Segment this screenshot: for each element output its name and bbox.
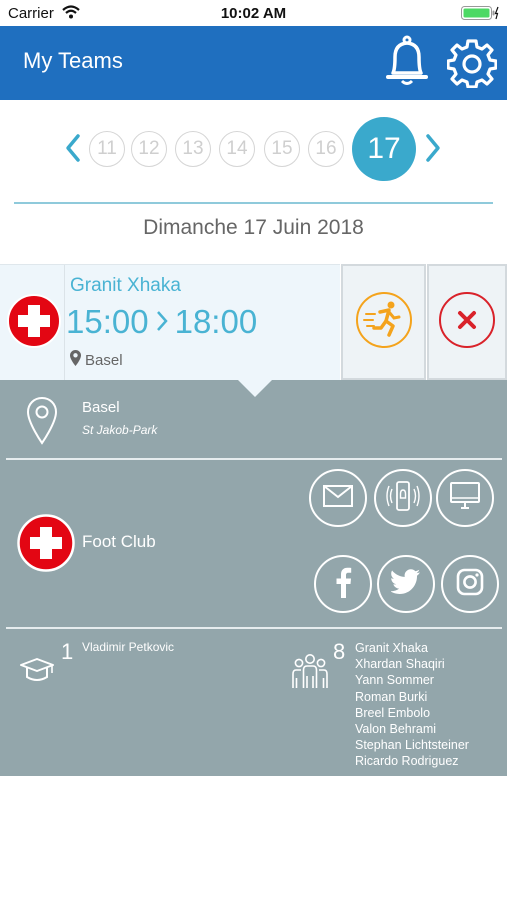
phone-button[interactable] (374, 469, 432, 527)
section-divider (6, 458, 502, 460)
page-title: My Teams (23, 48, 123, 73)
club-name: Foot Club (82, 532, 156, 551)
player-list: Granit Xhaka Xhardan Shaqiri Yann Sommer… (355, 640, 469, 770)
status-bar: Carrier 10:02 AM (0, 0, 507, 26)
graduation-cap-icon (19, 658, 55, 687)
facebook-icon (334, 566, 352, 603)
running-icon (354, 290, 414, 355)
list-item: Roman Burki (355, 689, 428, 704)
event-start-time: 15:00 (66, 303, 149, 340)
chevron-left-icon[interactable] (64, 133, 82, 168)
monitor-icon (450, 481, 480, 515)
status-time: 10:02 AM (220, 5, 287, 22)
panel-notch (238, 380, 272, 397)
phone-vibrate-icon (386, 479, 420, 518)
day-16[interactable]: 16 (308, 131, 344, 167)
day-11[interactable]: 11 (89, 131, 125, 167)
team-icon (290, 652, 330, 697)
event-player-name: Granit Xhaka (70, 275, 181, 296)
coach-name: Vladimir Petkovic (82, 640, 175, 654)
list-item: Yann Sommer (355, 673, 434, 688)
battery-icon (461, 5, 499, 21)
event-end-time: 18:00 (174, 303, 258, 340)
list-item: Valon Behrami (355, 722, 437, 737)
day-14[interactable]: 14 (219, 131, 255, 167)
event-location-label: Basel (85, 351, 123, 369)
decline-button[interactable] (427, 264, 507, 380)
event-location: Basel (70, 350, 123, 370)
event-time-range: 15:00 18:00 (66, 303, 257, 341)
chevron-right-icon[interactable] (424, 133, 442, 168)
day-17-selected[interactable]: 17 (352, 117, 416, 181)
date-label: Dimanche 17 Juin 2018 (143, 216, 364, 239)
swiss-flag-icon (17, 511, 75, 580)
chevron-right-icon (155, 303, 169, 341)
list-item: Xhardan Shaqiri (355, 657, 445, 672)
attend-button[interactable] (341, 264, 426, 380)
venue-city: Basel (82, 399, 120, 416)
mail-icon (323, 484, 353, 512)
day-12[interactable]: 12 (131, 131, 167, 167)
instagram-icon (456, 568, 484, 601)
close-icon (437, 290, 497, 355)
section-divider (6, 627, 502, 629)
list-item: Breel Embolo (355, 705, 431, 720)
map-pin-icon (26, 396, 58, 451)
list-item: Stephan Lichtsteiner (355, 738, 469, 753)
event-card[interactable]: Granit Xhaka 15:00 18:00 Basel (0, 264, 340, 381)
instagram-button[interactable] (441, 555, 499, 613)
nav-bar: My Teams (0, 26, 507, 100)
web-button[interactable] (436, 469, 494, 527)
venue-stadium: St Jakob-Park (82, 423, 158, 437)
email-button[interactable] (309, 469, 367, 527)
gear-icon[interactable] (446, 38, 498, 93)
coach-count: 1 (61, 639, 74, 664)
map-pin-icon (70, 350, 81, 370)
list-item: Ricardo Rodriguez (355, 754, 459, 769)
week-selector: 11 12 13 14 15 16 17 (0, 108, 507, 194)
bell-icon[interactable] (382, 35, 432, 94)
week-divider (14, 202, 493, 204)
swiss-flag-icon (7, 292, 61, 355)
event-divider (64, 265, 65, 381)
list-item: Granit Xhaka (355, 641, 428, 655)
day-13[interactable]: 13 (175, 131, 211, 167)
player-count: 8 (333, 639, 346, 664)
twitter-button[interactable] (377, 555, 435, 613)
twitter-icon (390, 568, 421, 600)
event-detail-panel: Basel St Jakob-Park Foot Club 1 Vladimir… (0, 380, 507, 776)
facebook-button[interactable] (314, 555, 372, 613)
day-15[interactable]: 15 (264, 131, 300, 167)
